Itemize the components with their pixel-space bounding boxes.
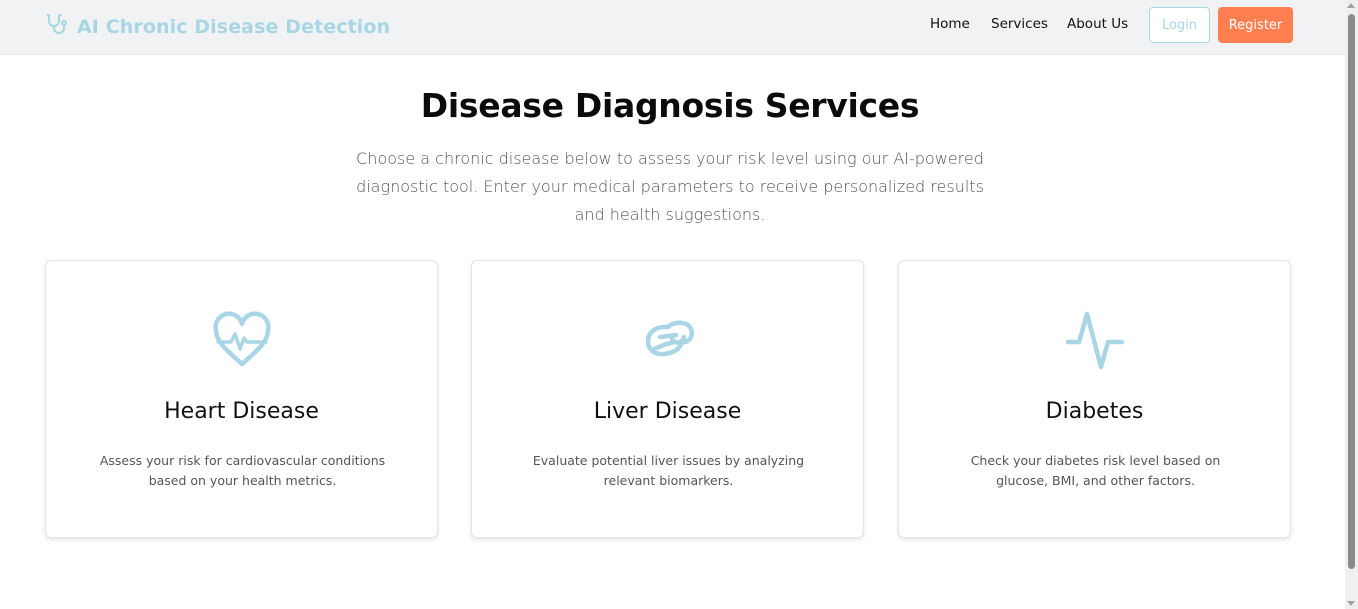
card-description: Assess your risk for cardiovascular cond… [99, 453, 386, 488]
service-card-heart-disease[interactable]: Heart Disease Assess your risk for cardi… [45, 260, 438, 538]
nav-link-about-us[interactable]: About Us [1067, 16, 1128, 32]
card-description: Check your diabetes risk level based on … [970, 453, 1221, 488]
heart-pulse-icon [210, 309, 274, 373]
page: AI Chronic Disease Detection Home Servic… [0, 0, 1358, 609]
scroll-down-arrow-icon[interactable] [1347, 601, 1355, 606]
card-title: Diabetes [1045, 399, 1144, 424]
card-description: Evaluate potential liver issues by analy… [532, 453, 805, 488]
scrollbar-thumb[interactable] [1348, 14, 1355, 569]
page-title: Disease Diagnosis Services [420, 86, 920, 125]
card-title: Liver Disease [593, 399, 742, 424]
service-card-liver-disease[interactable]: Liver Disease Evaluate potential liver i… [471, 260, 864, 538]
brand-title: AI Chronic Disease Detection [77, 16, 391, 38]
service-card-diabetes[interactable]: Diabetes Check your diabetes risk level … [898, 260, 1291, 538]
brand-logo[interactable]: AI Chronic Disease Detection [44, 12, 390, 42]
nav-link-home[interactable]: Home [930, 16, 970, 32]
login-button[interactable]: Login [1149, 7, 1210, 43]
vertical-scrollbar[interactable] [1345, 0, 1358, 609]
card-title: Heart Disease [164, 399, 319, 424]
activity-icon [1063, 309, 1127, 373]
stethoscope-icon [44, 13, 68, 41]
page-subtitle: Choose a chronic disease below to assess… [356, 149, 984, 224]
register-button[interactable]: Register [1218, 7, 1293, 43]
nav-link-services[interactable]: Services [991, 16, 1048, 32]
liver-icon [636, 309, 700, 373]
scroll-up-arrow-icon[interactable] [1347, 3, 1355, 8]
navbar: AI Chronic Disease Detection Home Servic… [0, 0, 1345, 55]
